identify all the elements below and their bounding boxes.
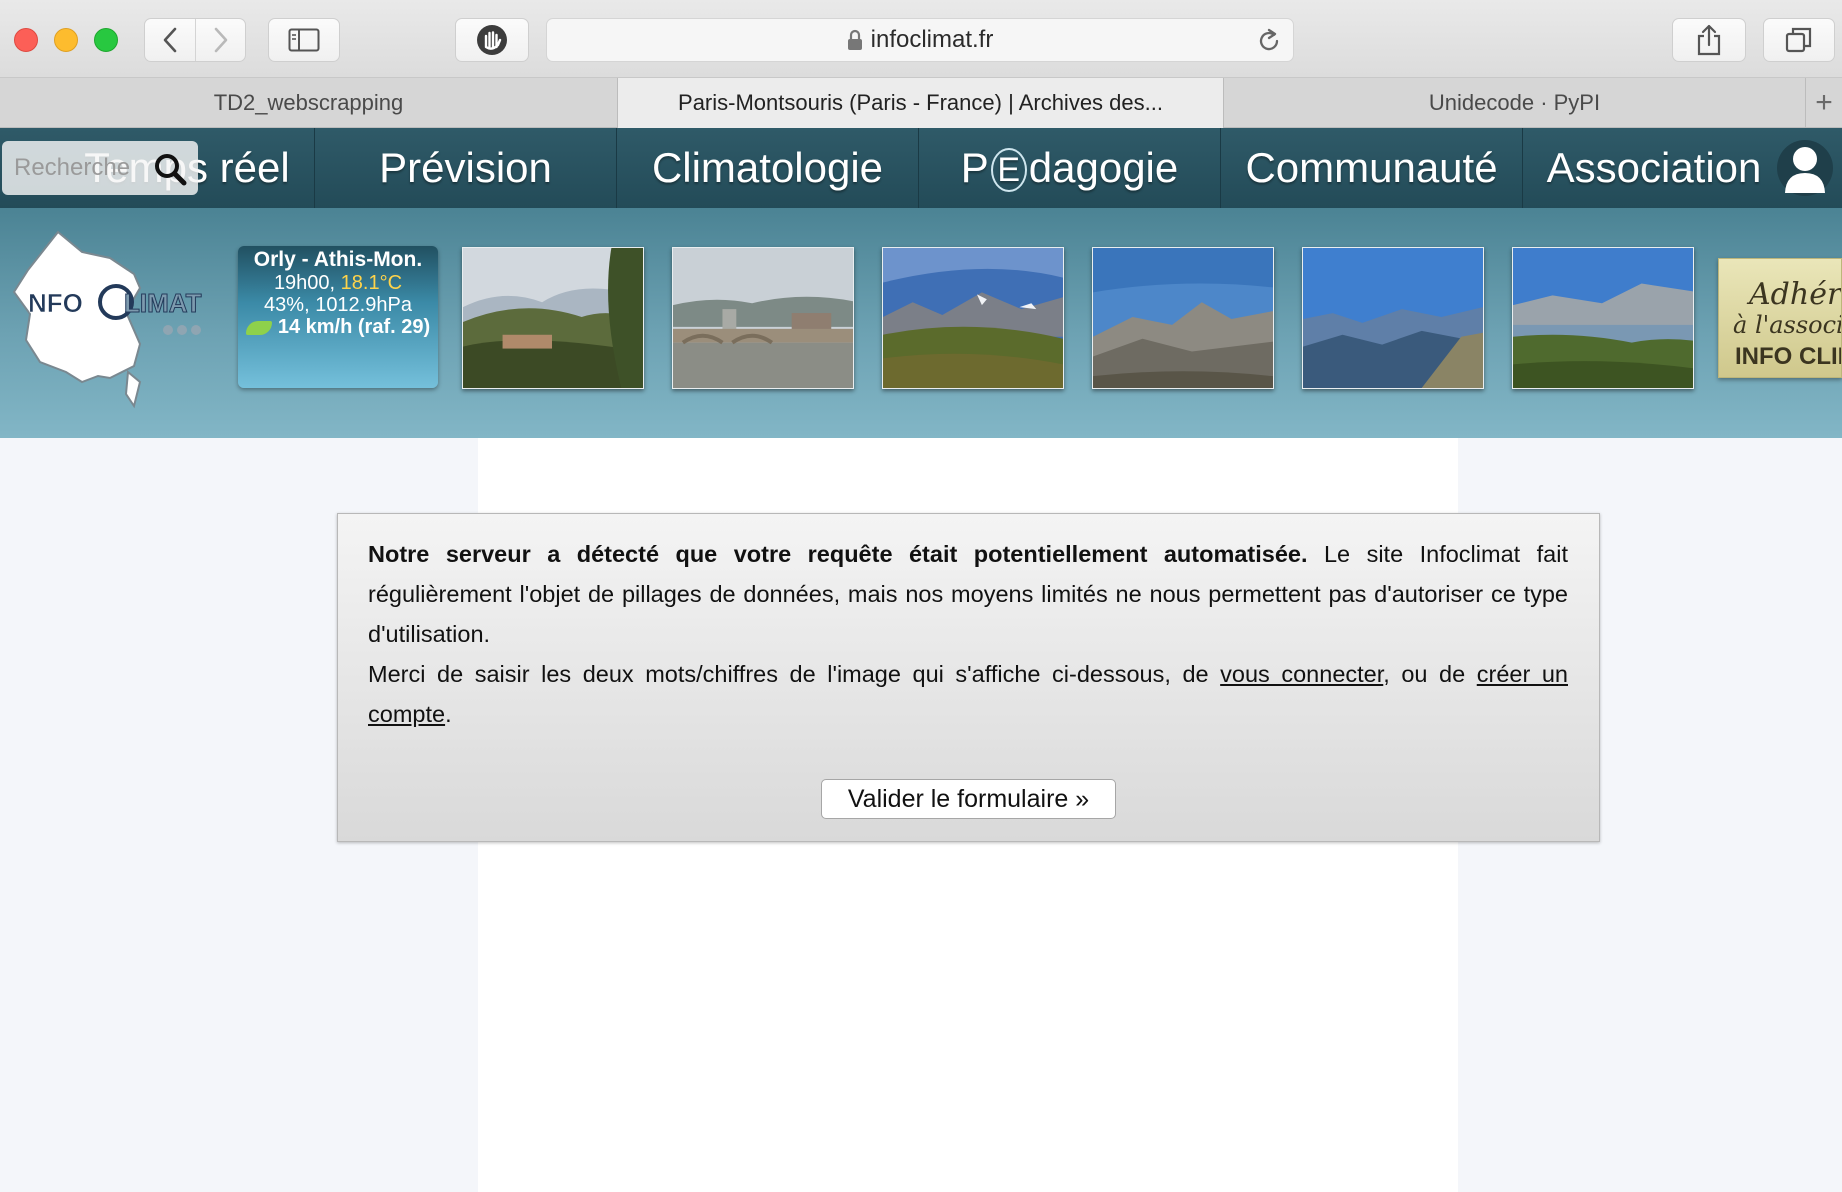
alpine-meadow-photo[interactable] bbox=[882, 247, 1064, 389]
share-button[interactable] bbox=[1672, 18, 1746, 62]
adhere-association-banner[interactable]: Adhérez à l'association INFO CLIMAT bbox=[1718, 258, 1842, 378]
chevron-right-icon bbox=[214, 27, 227, 53]
tab-overview-button[interactable] bbox=[1763, 18, 1835, 62]
forward-button[interactable] bbox=[195, 19, 245, 61]
share-icon bbox=[1697, 24, 1721, 56]
submit-form-button[interactable]: Valider le formulaire » bbox=[821, 779, 1116, 819]
logo-text-limat: LIMAT bbox=[124, 288, 202, 318]
blue-mountains-photo[interactable] bbox=[1302, 247, 1484, 389]
notice-text-4: . bbox=[445, 701, 452, 727]
user-account-icon[interactable] bbox=[1776, 137, 1834, 199]
nav-pedagogie-suffix: dagogie bbox=[1028, 144, 1179, 191]
weather-wind-text: 14 km/h (raf. 29) bbox=[277, 316, 431, 338]
nav-pedagogie[interactable]: P Edagogie bbox=[919, 128, 1221, 208]
site-search-input[interactable]: Recherche bbox=[2, 141, 198, 195]
tab-label: Paris-Montsouris (Paris - France) | Arch… bbox=[678, 90, 1163, 115]
hand-icon bbox=[477, 25, 507, 55]
notice-text-3: , ou de bbox=[1383, 661, 1477, 687]
tab-unidecode-pypi[interactable]: Unidecode · PyPI bbox=[1224, 78, 1806, 128]
url-text: infoclimat.fr bbox=[870, 26, 994, 53]
adhere-line-3: INFO CLIMAT bbox=[1735, 343, 1841, 370]
minimize-window-button[interactable] bbox=[54, 28, 78, 52]
nav-prevision[interactable]: Prévision bbox=[315, 128, 617, 208]
adhere-line-1: Adhérez bbox=[1749, 277, 1842, 312]
tabs-overview-icon bbox=[1785, 27, 1812, 53]
weather-time-temp: 19h00, 18.1°C bbox=[238, 272, 438, 294]
nav-association[interactable]: Association bbox=[1523, 128, 1785, 208]
nav-communaute[interactable]: Communauté bbox=[1221, 128, 1523, 208]
search-icon[interactable] bbox=[152, 151, 188, 187]
chevron-left-icon bbox=[163, 27, 177, 53]
zoom-window-button[interactable] bbox=[94, 28, 118, 52]
notice-paragraph: Notre serveur a détecté que votre requêt… bbox=[368, 534, 1568, 734]
login-link[interactable]: vous connecter bbox=[1220, 661, 1383, 687]
infoclimat-logo[interactable]: NFO LIMAT bbox=[0, 222, 220, 412]
weather-station-name: Orly - Athis-Mon. bbox=[253, 248, 423, 271]
address-bar[interactable]: infoclimat.fr bbox=[546, 18, 1294, 62]
tab-label: TD2_webscrapping bbox=[213, 90, 404, 115]
tab-td2-webscrapping[interactable]: TD2_webscrapping bbox=[0, 78, 618, 128]
reload-icon[interactable] bbox=[1255, 27, 1283, 55]
sidebar-toggle-button[interactable] bbox=[268, 18, 340, 62]
lock-icon bbox=[847, 29, 862, 50]
tab-label: Unidecode · PyPI bbox=[1428, 90, 1601, 115]
notice-text-2: Merci de saisir les deux mots/chiffres d… bbox=[368, 661, 1221, 687]
weather-time: 19h00, bbox=[273, 272, 341, 294]
notice-bold-lead: Notre serveur a détecté que votre requêt… bbox=[368, 541, 1308, 567]
tab-paris-montsouris[interactable]: Paris-Montsouris (Paris - France) | Arch… bbox=[618, 78, 1224, 128]
weather-temperature: 18.1°C bbox=[340, 272, 403, 294]
mountain-range-photo[interactable] bbox=[1092, 247, 1274, 389]
weather-humidity-pressure: 43%, 1012.9hPa bbox=[264, 294, 412, 316]
privacy-report-button[interactable] bbox=[455, 18, 529, 62]
logo-text-nfo: NFO bbox=[28, 288, 83, 318]
wind-leaf-icon bbox=[245, 320, 272, 335]
close-window-button[interactable] bbox=[14, 28, 38, 52]
weather-wind: 14 km/h (raf. 29) bbox=[238, 316, 438, 338]
sidebar-icon bbox=[288, 28, 320, 52]
city-river-bridge-photo[interactable] bbox=[672, 247, 854, 389]
tab-bar: TD2_webscrapping Paris-Montsouris (Paris… bbox=[0, 78, 1842, 128]
new-tab-button[interactable]: + bbox=[1806, 78, 1842, 128]
automation-notice-box: Notre serveur a détecté que votre requêt… bbox=[337, 513, 1600, 842]
adhere-line-2: à l'association bbox=[1733, 311, 1841, 339]
history-nav-group bbox=[144, 18, 246, 62]
pedagogie-e-badge: E bbox=[990, 148, 1027, 192]
current-weather-widget[interactable]: Orly - Athis-Mon. 19h00, 18.1°C 43%, 101… bbox=[238, 246, 438, 388]
back-button[interactable] bbox=[145, 19, 195, 61]
nav-climatologie[interactable]: Climatologie bbox=[617, 128, 919, 208]
site-nav-bar: Temps réel Prévision Climatologie PEdago… bbox=[0, 128, 1842, 208]
search-placeholder: Recherche bbox=[14, 154, 131, 181]
lake-mountains-photo[interactable] bbox=[1512, 247, 1694, 389]
village-hills-photo[interactable] bbox=[462, 247, 644, 389]
browser-toolbar: infoclimat.fr bbox=[0, 0, 1842, 78]
nav-pedagogie-prefix: P bbox=[960, 144, 989, 191]
